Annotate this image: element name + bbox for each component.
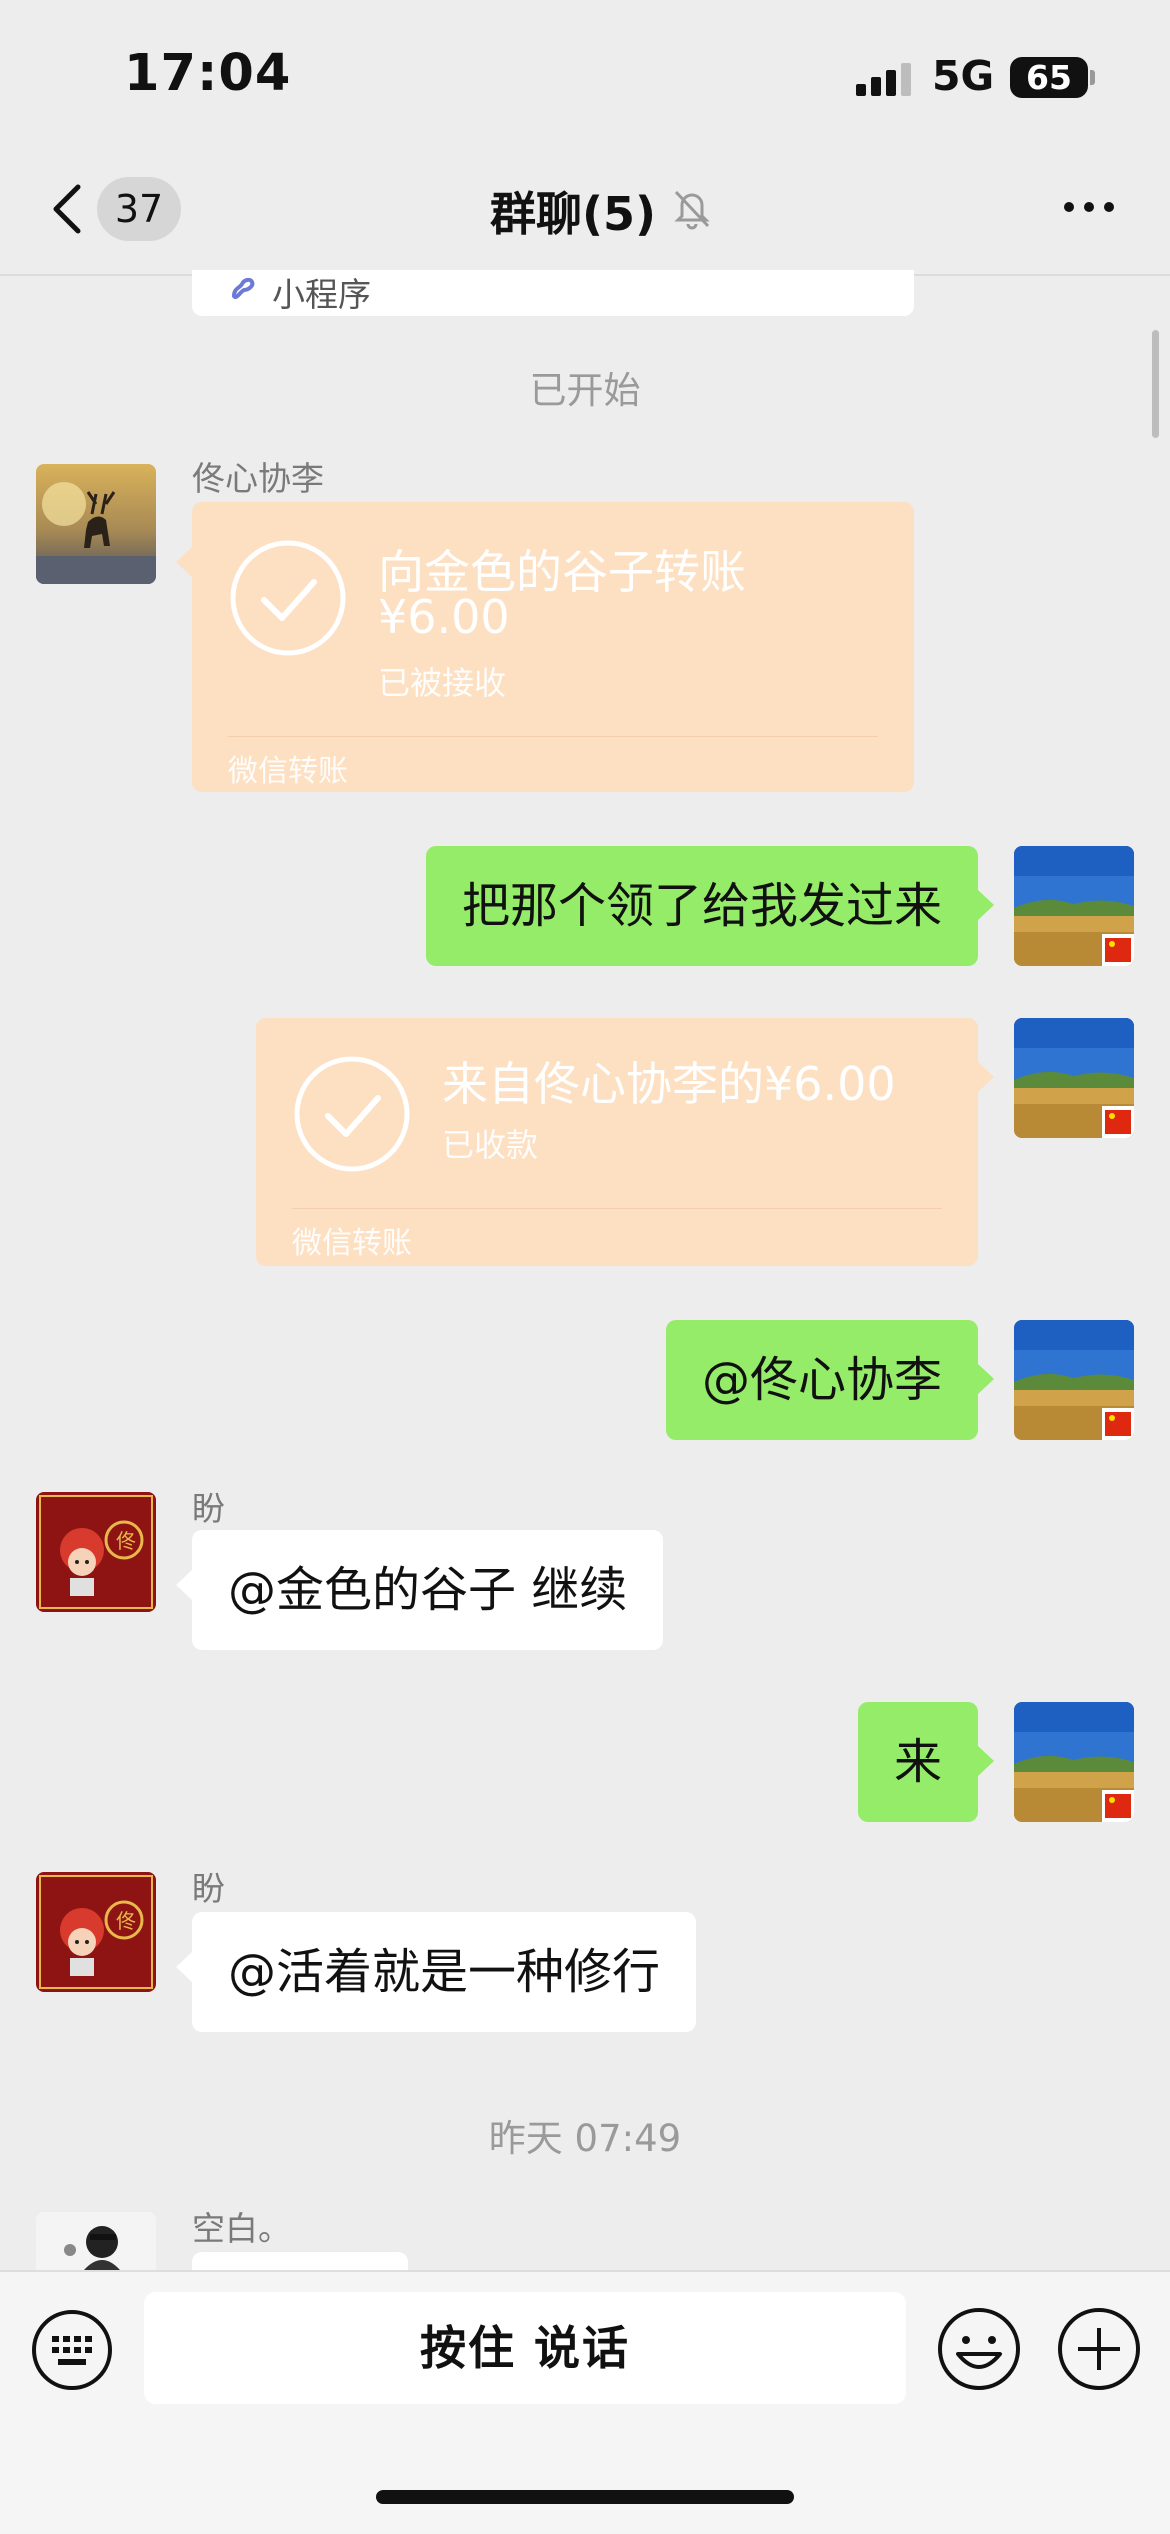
transfer-amount: ¥6.00 — [378, 590, 510, 644]
transfer-footer: 微信转账 — [292, 1226, 412, 1261]
grassland-avatar[interactable] — [1014, 1702, 1134, 1822]
transfer-footer: 微信转账 — [228, 754, 348, 789]
message-bubble-self[interactable]: 把那个领了给我发过来 — [425, 846, 978, 966]
red-card-avatar[interactable]: 佟 — [36, 1872, 156, 1992]
bubble-tail — [176, 547, 192, 577]
keyboard-toggle-icon[interactable] — [30, 2308, 114, 2392]
cellular-signal-icon — [856, 62, 916, 96]
sender-name: 盼 — [192, 1869, 225, 1908]
bubble-tail — [176, 1952, 192, 1982]
chat-title: 群聊(5) — [490, 187, 657, 241]
battery-tip — [1090, 70, 1095, 85]
muted-bell-icon — [674, 190, 710, 230]
check-circle-icon — [230, 540, 346, 656]
hold-to-talk-button[interactable]: 按住 说话 — [144, 2292, 906, 2404]
bubble-tail — [978, 1364, 994, 1394]
message-bubble-other[interactable] — [192, 2252, 408, 2270]
timestamp-divider: 昨天 07:49 — [488, 2117, 682, 2160]
mini-program-icon — [232, 277, 255, 300]
grassland-avatar[interactable] — [1014, 1320, 1134, 1440]
svg-text:佟: 佟 — [116, 1909, 136, 1933]
red-card-avatar[interactable]: 佟 — [36, 1492, 156, 1612]
transfer-card[interactable]: 来自佟心协李的¥6.00 已收款 微信转账 — [256, 1018, 978, 1266]
mini-program-label: 小程序 — [272, 275, 371, 314]
bubble-tail — [978, 890, 994, 920]
sender-name: 盼 — [192, 1489, 225, 1528]
message-bubble-other[interactable]: @活着就是一种修行 — [192, 1912, 697, 2032]
sender-name: 佟心协李 — [192, 459, 324, 498]
transfer-status: 已被接收 — [378, 664, 507, 702]
sender-name: 空白。 — [192, 2209, 291, 2248]
grassland-avatar[interactable] — [1014, 846, 1134, 966]
check-circle-icon — [294, 1056, 410, 1172]
divider — [228, 736, 878, 737]
transfer-title: 来自佟心协李的¥6.00 — [442, 1057, 896, 1111]
bubble-tail — [978, 1062, 994, 1092]
deer-avatar[interactable] — [36, 464, 156, 584]
network-type: 5G — [932, 52, 995, 100]
bubble-tail — [176, 1570, 192, 1600]
bearded-man-avatar[interactable] — [36, 2212, 156, 2270]
back-chevron-icon[interactable] — [48, 183, 88, 235]
divider — [292, 1208, 942, 1209]
emoji-icon[interactable] — [936, 2306, 1022, 2392]
transfer-status: 已收款 — [442, 1126, 539, 1164]
more-options-icon[interactable] — [1060, 196, 1118, 218]
more-functions-plus-icon[interactable] — [1056, 2306, 1142, 2392]
message-bubble-self[interactable]: 来 — [857, 1702, 978, 1822]
grassland-avatar[interactable] — [1014, 1018, 1134, 1138]
bubble-tail — [978, 1746, 994, 1776]
status-time: 17:04 — [124, 44, 292, 103]
message-bubble-self[interactable]: @佟心协李 — [665, 1320, 978, 1440]
battery-icon: 65 — [1010, 57, 1088, 98]
system-message: 已开始 — [529, 369, 641, 412]
transfer-card[interactable]: 向金色的谷子转账 ¥6.00 已被接收 微信转账 — [192, 502, 914, 792]
unread-count-badge[interactable]: 37 — [97, 177, 181, 241]
svg-text:佟: 佟 — [116, 1529, 136, 1553]
home-indicator[interactable] — [376, 2490, 794, 2504]
message-bubble-other[interactable]: @金色的谷子 继续 — [192, 1530, 664, 1650]
